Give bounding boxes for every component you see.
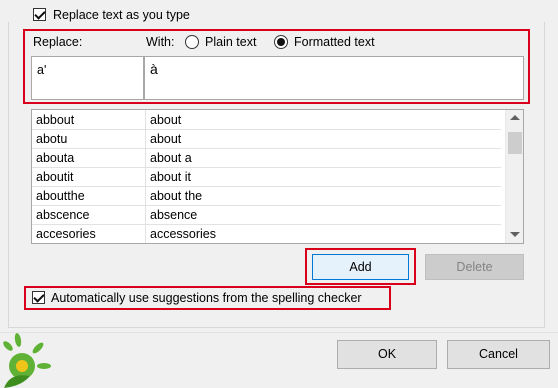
- formatted-text-radio[interactable]: [274, 35, 288, 49]
- row-replace: aboutit: [36, 170, 74, 184]
- table-row[interactable]: aboutthe about the: [32, 187, 501, 206]
- delete-button-label: Delete: [456, 260, 493, 274]
- plain-text-label[interactable]: Plain text: [205, 35, 256, 49]
- table-scrollbar[interactable]: [505, 110, 523, 243]
- with-input[interactable]: à: [144, 56, 524, 100]
- footer-separator: [0, 332, 558, 333]
- add-button-label: Add: [349, 260, 372, 274]
- with-input-value: à: [150, 61, 158, 77]
- table-row[interactable]: aboutit about it: [32, 168, 501, 187]
- scroll-up-icon[interactable]: [510, 115, 520, 120]
- logo-sun-center: [16, 360, 28, 372]
- row-with: accessories: [150, 227, 216, 241]
- sun-logo-icon: [3, 333, 51, 388]
- row-replace: abscence: [36, 208, 90, 222]
- with-label: With:: [146, 35, 174, 49]
- ok-button-label: OK: [377, 347, 397, 361]
- row-replace: abotu: [36, 132, 68, 146]
- replace-label-text: Replace:: [33, 35, 83, 49]
- row-with: about: [150, 113, 182, 127]
- replace-input[interactable]: a': [31, 56, 144, 100]
- scroll-down-icon[interactable]: [510, 232, 520, 237]
- replace-as-you-type-label: Replace text as you type: [53, 8, 190, 22]
- row-replace: abbout: [36, 113, 75, 127]
- row-replace: aboutthe: [36, 189, 85, 203]
- cancel-button[interactable]: Cancel: [447, 340, 550, 369]
- table-row[interactable]: abbout about: [32, 111, 501, 130]
- replace-input-value: a': [37, 63, 47, 77]
- row-with: about: [150, 132, 182, 146]
- table-row[interactable]: abscence absence: [32, 206, 501, 225]
- formatted-text-label[interactable]: Formatted text: [294, 35, 375, 49]
- add-button[interactable]: Add: [312, 254, 409, 280]
- logo-leaf: [4, 375, 30, 388]
- row-replace: accesories: [36, 227, 96, 241]
- cancel-button-label: Cancel: [479, 347, 518, 361]
- table-row[interactable]: abouta about a: [32, 149, 501, 168]
- plain-text-radio[interactable]: [185, 35, 199, 49]
- delete-button[interactable]: Delete: [425, 254, 524, 280]
- row-with: about the: [150, 189, 203, 203]
- row-with: about it: [150, 170, 192, 184]
- table-row[interactable]: accesories accessories: [32, 225, 501, 243]
- ok-button[interactable]: OK: [337, 340, 437, 369]
- with-label-text: With:: [146, 35, 175, 49]
- replace-label: Replace:: [33, 35, 82, 49]
- scrollbar-thumb[interactable]: [508, 132, 522, 154]
- row-with: absence: [150, 208, 198, 222]
- row-with: about a: [150, 151, 192, 165]
- replace-as-you-type-checkbox[interactable]: [33, 8, 46, 21]
- auto-spelling-label[interactable]: Automatically use suggestions from the s…: [51, 291, 362, 305]
- autocorrect-entries-table[interactable]: abbout about abotu about abouta about a …: [31, 109, 524, 244]
- table-row[interactable]: abotu about: [32, 130, 501, 149]
- auto-spelling-checkbox[interactable]: [32, 291, 45, 304]
- row-replace: abouta: [36, 151, 75, 165]
